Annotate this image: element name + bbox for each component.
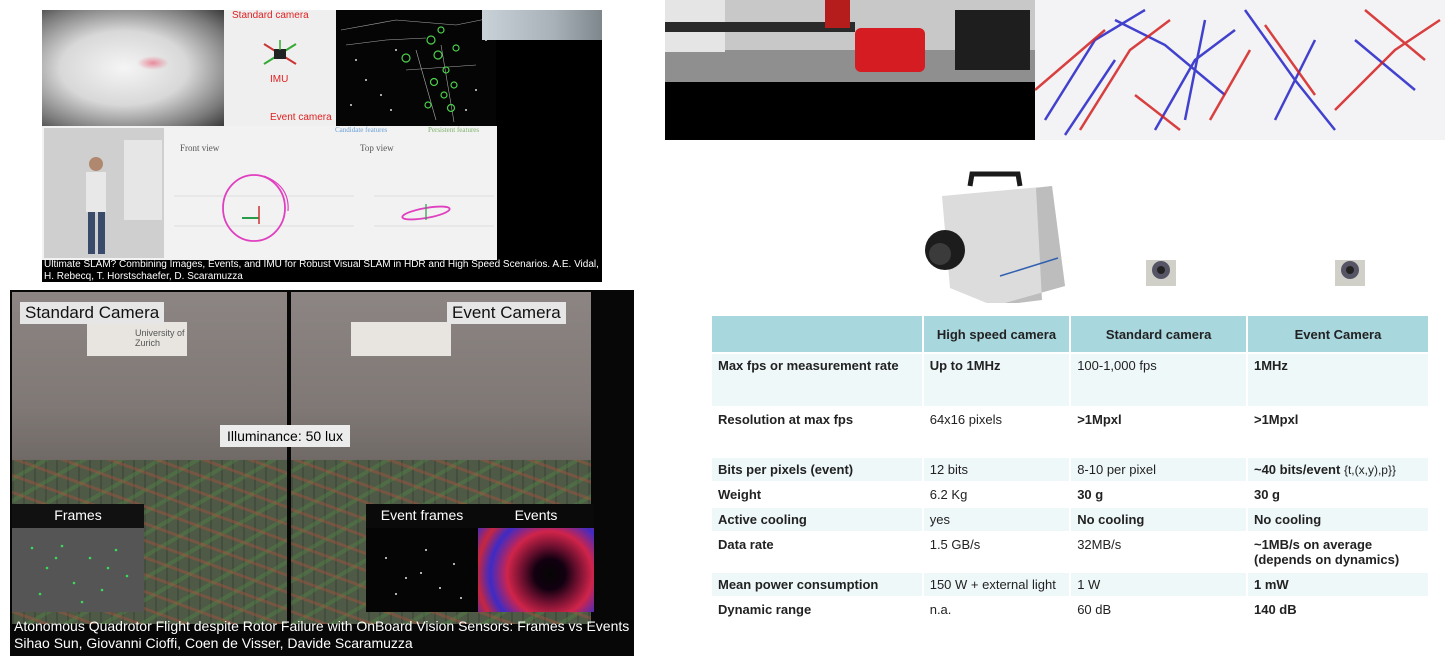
event-stream-view — [1035, 0, 1445, 140]
cell-high-speed: 1.5 GB/s — [923, 533, 1070, 571]
cell-event: ~40 bits/event {t,(x,y),p}} — [1247, 458, 1428, 481]
cell-standard: No cooling — [1071, 508, 1246, 531]
quadrotor-video[interactable]: University of Zurich Standard Camera Eve… — [10, 290, 634, 656]
cell-event: 30 g — [1247, 483, 1428, 506]
table-row: Data rate 1.5 GB/s 32MB/s ~1MB/s on aver… — [712, 533, 1428, 571]
trajectory-plot: Candidate features Persistent features F… — [42, 126, 497, 260]
presenter-webcam-thumbnail — [482, 10, 602, 40]
caption-authors: Sihao Sun, Giovanni Cioffi, Coen de Viss… — [14, 635, 413, 651]
persistent-features-legend: Persistent features — [428, 126, 480, 134]
cell-high-speed: 64x16 pixels — [923, 408, 1070, 456]
camera-comparison-table: High speed camera Standard camera Event … — [710, 314, 1430, 623]
cell-standard: >1Mpxl — [1071, 408, 1246, 456]
table-row: Max fps or measurement rate Up to 1MHz 1… — [712, 354, 1428, 406]
event-frames-points — [366, 528, 478, 612]
quadrotor-video-caption: Atonomous Quadrotor Flight despite Rotor… — [14, 618, 629, 652]
illuminance-label: Illuminance: 50 lux — [220, 425, 350, 447]
events-visualization — [478, 528, 594, 612]
table-header-row: High speed camera Standard camera Event … — [712, 316, 1428, 352]
cell-high-speed: 6.2 Kg — [923, 483, 1070, 506]
cell-event: 1MHz — [1247, 354, 1428, 406]
office-scene — [665, 0, 1035, 82]
standard-camera-icon — [1146, 260, 1176, 286]
university-sign: University of Zurich — [87, 322, 187, 356]
cell-event-bits: ~40 bits/event — [1253, 462, 1341, 477]
sensor-diagram: Standard camera IMU Event camera — [224, 10, 336, 126]
cell-standard: 32MB/s — [1071, 533, 1246, 571]
cell-high-speed: 12 bits — [923, 458, 1070, 481]
cell-event: >1Mpxl — [1247, 408, 1428, 456]
overexposed-camera-view — [42, 10, 224, 126]
row-label: Data rate — [712, 533, 922, 571]
feature-tracking-view — [336, 10, 496, 126]
person-silhouette — [44, 128, 164, 258]
table-row: Bits per pixels (event) 12 bits 8-10 per… — [712, 458, 1428, 481]
cell-standard: 30 g — [1071, 483, 1246, 506]
table-header-high-speed: High speed camera — [923, 316, 1070, 352]
table-row: Active cooling yes No cooling No cooling — [712, 508, 1428, 531]
candidate-features-legend: Candidate features — [335, 126, 388, 134]
table-row: Resolution at max fps 64x16 pixels >1Mpx… — [712, 408, 1428, 456]
frames-title: Frames — [54, 507, 102, 523]
table-row: Dynamic range n.a. 60 dB 140 dB — [712, 598, 1428, 621]
cell-high-speed: 150 W + external light — [923, 573, 1070, 596]
cell-event: 140 dB — [1247, 598, 1428, 621]
cell-high-speed: Up to 1MHz — [923, 354, 1070, 406]
standard-camera-label: Standard camera — [232, 10, 309, 21]
frames-feature-points — [12, 528, 144, 612]
row-label: Dynamic range — [712, 598, 922, 621]
caption-title: Atonomous Quadrotor Flight despite Rotor… — [14, 618, 630, 634]
office-camera-view — [665, 0, 1035, 82]
cell-event-format: {t,(x,y),p}} — [1343, 463, 1396, 477]
table-header-standard: Standard camera — [1071, 316, 1246, 352]
table-row: Mean power consumption 150 W + external … — [712, 573, 1428, 596]
event-camera-label: Event Camera — [447, 302, 566, 324]
cell-event: No cooling — [1247, 508, 1428, 531]
row-label: Weight — [712, 483, 922, 506]
events-inset: Events — [478, 504, 594, 612]
row-label: Resolution at max fps — [712, 408, 922, 456]
cell-high-speed: n.a. — [923, 598, 1070, 621]
camera-illustrations — [925, 171, 1365, 303]
top-view-title: Top view — [360, 143, 394, 153]
cell-event: ~1MB/s on average (depends on dynamics) — [1247, 533, 1428, 571]
event-camera-video[interactable] — [665, 0, 1445, 140]
event-camera-label: Event camera — [270, 112, 332, 123]
event-camera-icon — [1335, 260, 1365, 286]
event-frames-inset: Event frames — [366, 504, 478, 612]
row-label: Mean power consumption — [712, 573, 922, 596]
drone-icon — [263, 40, 297, 65]
slam-video[interactable]: Standard camera IMU Event camera Candida… — [42, 10, 602, 282]
row-label: Active cooling — [712, 508, 922, 531]
table-header-empty — [712, 316, 922, 352]
row-label: Bits per pixels (event) — [712, 458, 922, 481]
university-sign-event — [351, 322, 451, 356]
lab-camera-view — [44, 128, 164, 258]
high-speed-camera-icon — [925, 171, 1065, 303]
cell-high-speed: yes — [923, 508, 1070, 531]
imu-label: IMU — [270, 74, 289, 85]
events-title: Events — [514, 507, 558, 523]
cell-event: 1 mW — [1247, 573, 1428, 596]
cell-standard: 60 dB — [1071, 598, 1246, 621]
cell-standard: 8-10 per pixel — [1071, 458, 1246, 481]
cell-standard: 1 W — [1071, 573, 1246, 596]
trajectory-curves — [174, 174, 494, 242]
row-label: Max fps or measurement rate — [712, 354, 922, 406]
cell-standard: 100-1,000 fps — [1071, 354, 1246, 406]
slam-video-caption: Ultimate SLAM? Combining Images, Events,… — [44, 259, 599, 282]
frames-inset: Frames — [12, 504, 144, 612]
standard-camera-label: Standard Camera — [20, 302, 165, 324]
event-frames-title: Event frames — [380, 507, 464, 523]
table-row: Weight 6.2 Kg 30 g 30 g — [712, 483, 1428, 506]
table-header-event: Event Camera — [1247, 316, 1428, 352]
front-view-title: Front view — [180, 143, 220, 153]
